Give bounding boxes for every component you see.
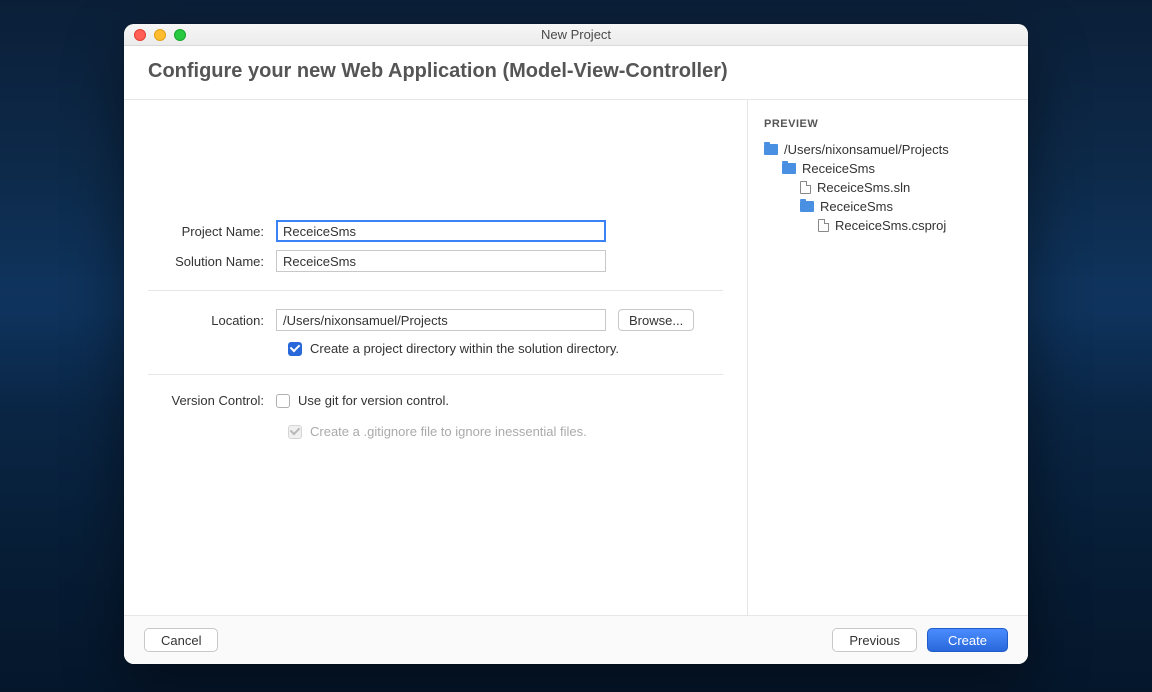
names-section: Project Name: Solution Name:: [148, 100, 723, 291]
gitignore-label: Create a .gitignore file to ignore iness…: [310, 424, 587, 439]
page-title: Configure your new Web Application (Mode…: [148, 60, 1004, 83]
project-name-label: Project Name:: [148, 224, 276, 239]
preview-tree: /Users/nixonsamuel/Projects ReceiceSms R…: [764, 140, 1012, 235]
solution-name-input[interactable]: [276, 250, 606, 272]
cancel-button[interactable]: Cancel: [144, 628, 218, 652]
create-directory-row: Create a project directory within the so…: [288, 341, 723, 356]
location-section: Location: Browse... Create a project dir…: [148, 291, 723, 375]
dialog-body: Project Name: Solution Name: Lo: [124, 100, 1028, 615]
preview-panel: PREVIEW /Users/nixonsamuel/Projects Rece…: [748, 100, 1028, 615]
gitignore-row: Create a .gitignore file to ignore iness…: [288, 424, 723, 439]
tree-label: ReceiceSms.sln: [817, 180, 910, 195]
tree-item: ReceiceSms.sln: [764, 178, 1012, 197]
tree-label: /Users/nixonsamuel/Projects: [784, 142, 949, 157]
tree-label: ReceiceSms.csproj: [835, 218, 946, 233]
tree-item: /Users/nixonsamuel/Projects: [764, 140, 1012, 159]
tree-item: ReceiceSms: [764, 197, 1012, 216]
project-name-input[interactable]: [276, 220, 606, 242]
file-icon: [818, 219, 829, 232]
window-title: New Project: [124, 27, 1028, 42]
previous-button[interactable]: Previous: [832, 628, 917, 652]
create-directory-label: Create a project directory within the so…: [310, 341, 619, 356]
gitignore-checkbox: [288, 425, 302, 439]
dialog-footer: Cancel Previous Create: [124, 615, 1028, 664]
folder-icon: [800, 201, 814, 212]
create-button[interactable]: Create: [927, 628, 1008, 652]
location-label: Location:: [148, 313, 276, 328]
use-git-label: Use git for version control.: [298, 393, 449, 408]
version-control-section: Version Control: Use git for version con…: [148, 375, 723, 457]
tree-label: ReceiceSms: [820, 199, 893, 214]
create-directory-checkbox[interactable]: [288, 342, 302, 356]
close-window-button[interactable]: [134, 29, 146, 41]
file-icon: [800, 181, 811, 194]
folder-icon: [782, 163, 796, 174]
location-input[interactable]: [276, 309, 606, 331]
use-git-checkbox[interactable]: [276, 394, 290, 408]
dialog-window: New Project Configure your new Web Appli…: [124, 24, 1028, 664]
folder-icon: [764, 144, 778, 155]
traffic-lights: [124, 29, 186, 41]
tree-item: ReceiceSms: [764, 159, 1012, 178]
form-area: Project Name: Solution Name: Lo: [124, 100, 748, 615]
tree-item: ReceiceSms.csproj: [764, 216, 1012, 235]
preview-heading: PREVIEW: [764, 118, 1012, 130]
solution-name-label: Solution Name:: [148, 254, 276, 269]
minimize-window-button[interactable]: [154, 29, 166, 41]
dialog-header: Configure your new Web Application (Mode…: [124, 46, 1028, 100]
browse-button[interactable]: Browse...: [618, 309, 694, 331]
titlebar[interactable]: New Project: [124, 24, 1028, 46]
version-control-label: Version Control:: [148, 393, 276, 408]
zoom-window-button[interactable]: [174, 29, 186, 41]
tree-label: ReceiceSms: [802, 161, 875, 176]
